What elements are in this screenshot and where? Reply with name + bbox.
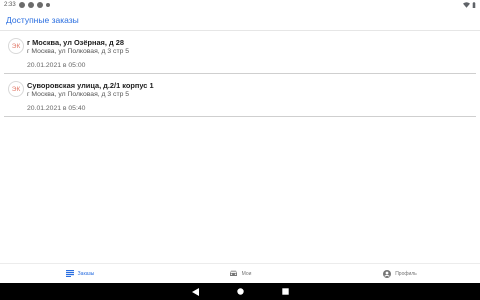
nav-profile[interactable]: Профиль (320, 264, 480, 283)
order-datetime: 20.01.2021 в 05:40 (27, 105, 86, 112)
recents-icon (281, 288, 289, 295)
battery-icon (472, 1, 476, 8)
status-right (463, 1, 476, 8)
avatar: ЭК (8, 38, 24, 54)
notification-icon (45, 2, 50, 7)
notification-icon (18, 1, 25, 8)
recents-button[interactable] (281, 288, 289, 295)
order-address-to: г Москва, ул Полковая, д 3 стр 5 (27, 48, 130, 55)
notification-icon (27, 1, 34, 8)
home-button[interactable] (236, 288, 244, 295)
bottom-navigation: Заказы Мои Профиль (0, 263, 480, 283)
app-screen: 2:33 Доступные заказы ЭК г Москва, ул Оз… (0, 0, 480, 300)
page-title: Доступные заказы (6, 14, 79, 25)
list-icon (65, 270, 74, 277)
app-bar: Доступные заказы (0, 9, 480, 30)
order-card[interactable]: ЭК г Москва, ул Озёрная, д 28 г Москва, … (4, 31, 476, 74)
order-address-to: г Москва, ул Полковая, д 3 стр 5 (27, 91, 130, 98)
status-bar: 2:33 (0, 0, 480, 9)
avatar: ЭК (8, 81, 24, 97)
status-time: 2:33 (4, 1, 16, 8)
nav-orders[interactable]: Заказы (0, 264, 160, 283)
order-address-from: г Москва, ул Озёрная, д 28 (27, 38, 124, 47)
back-button[interactable] (191, 287, 199, 296)
status-left: 2:33 (4, 1, 50, 8)
wifi-icon (463, 1, 470, 8)
orders-list: ЭК г Москва, ул Озёрная, д 28 г Москва, … (0, 31, 480, 117)
home-icon (236, 288, 244, 295)
car-icon (229, 270, 237, 276)
order-card[interactable]: ЭК Суворовская улица, д.2/1 корпус 1 г М… (4, 74, 476, 117)
nav-profile-label: Профиль (395, 270, 417, 277)
system-nav-bar (0, 283, 480, 300)
order-address-from: Суворовская улица, д.2/1 корпус 1 (27, 81, 154, 90)
account-icon (383, 269, 392, 278)
nav-my-label: Мои (241, 270, 252, 277)
notification-icon (36, 1, 43, 8)
order-datetime: 20.01.2021 в 05:00 (27, 62, 86, 69)
nav-my[interactable]: Мои (160, 264, 320, 283)
nav-orders-label: Заказы (77, 270, 95, 277)
back-icon (191, 287, 199, 296)
